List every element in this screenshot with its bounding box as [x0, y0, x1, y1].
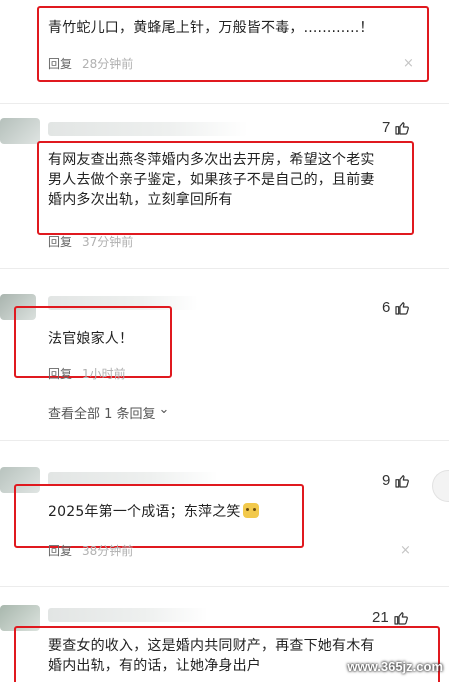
comment-4-body: 2025年第一个成语；东萍之笑	[48, 504, 241, 520]
like-button[interactable]: 7	[382, 119, 410, 136]
comment-2-line-2: 男人去做个亲子鉴定，如果孩子不是自己的，且前妻	[48, 172, 375, 188]
username-blurred[interactable]	[48, 122, 248, 136]
thumbs-up-icon	[395, 301, 410, 315]
side-scroll-handle[interactable]	[432, 470, 449, 502]
timestamp: 37分钟前	[82, 235, 134, 249]
reply-button[interactable]: 回复	[48, 365, 72, 382]
comment-2-meta: 回复 37分钟前	[48, 233, 133, 250]
divider	[0, 586, 449, 587]
comment-1-meta: 回复 28分钟前	[48, 55, 133, 72]
like-count: 21	[372, 609, 389, 626]
comment-3-text: 法官娘家人！	[48, 331, 134, 347]
avatar[interactable]	[0, 118, 40, 144]
comment-2-line-3: 婚内多次出轨，立刻拿回所有	[48, 192, 233, 208]
like-button[interactable]: 21	[372, 609, 409, 626]
timestamp: 28分钟前	[82, 57, 134, 71]
username-blurred[interactable]	[48, 608, 208, 622]
comment-5-line-1: 要查女的收入，这是婚内共同财产，再查下她有木有	[48, 638, 375, 654]
close-icon[interactable]: ×	[400, 543, 411, 558]
thumbs-up-icon	[395, 121, 410, 135]
thumbs-up-icon	[394, 611, 408, 625]
divider	[0, 103, 449, 104]
chevron-down-icon: ⌄	[158, 402, 170, 417]
reply-button[interactable]: 回复	[48, 55, 72, 72]
comment-2-text: 有网友查出燕冬萍婚内多次出去开房，希望这个老实 男人去做个亲子鉴定，如果孩子不是…	[48, 150, 408, 210]
thumbs-up-icon	[395, 474, 410, 488]
comment-4-meta: 回复 38分钟前	[48, 542, 133, 559]
comment-feed: 青竹蛇儿口，黄蜂尾上针，万般皆不毒，............！ 回复 28分钟前…	[0, 0, 449, 682]
like-count: 7	[382, 119, 391, 136]
divider	[0, 268, 449, 269]
like-button[interactable]: 9	[382, 472, 410, 489]
like-button[interactable]: 6	[382, 299, 410, 316]
comment-2-line-1: 有网友查出燕冬萍婚内多次出去开房，希望这个老实	[48, 152, 375, 168]
divider	[0, 440, 449, 441]
like-count: 9	[382, 472, 391, 489]
site-watermark: www.365jz.com	[347, 659, 443, 674]
reply-button[interactable]: 回复	[48, 542, 72, 559]
view-all-replies-link[interactable]: 查看全部 1 条回复 ⌄	[48, 402, 170, 422]
timestamp: 38分钟前	[82, 544, 134, 558]
reply-button[interactable]: 回复	[48, 233, 72, 250]
close-icon[interactable]: ×	[403, 56, 414, 71]
like-count: 6	[382, 299, 391, 316]
view-all-replies-label: 查看全部 1 条回复	[48, 407, 156, 422]
timestamp: 1小时前	[82, 367, 126, 381]
comment-3-meta: 回复 1小时前	[48, 365, 126, 382]
comment-4-text: 2025年第一个成语；东萍之笑	[48, 502, 259, 522]
comment-1-text: 青竹蛇儿口，黄蜂尾上针，万般皆不毒，............！	[48, 20, 374, 36]
laughing-emoji-icon	[242, 503, 259, 518]
